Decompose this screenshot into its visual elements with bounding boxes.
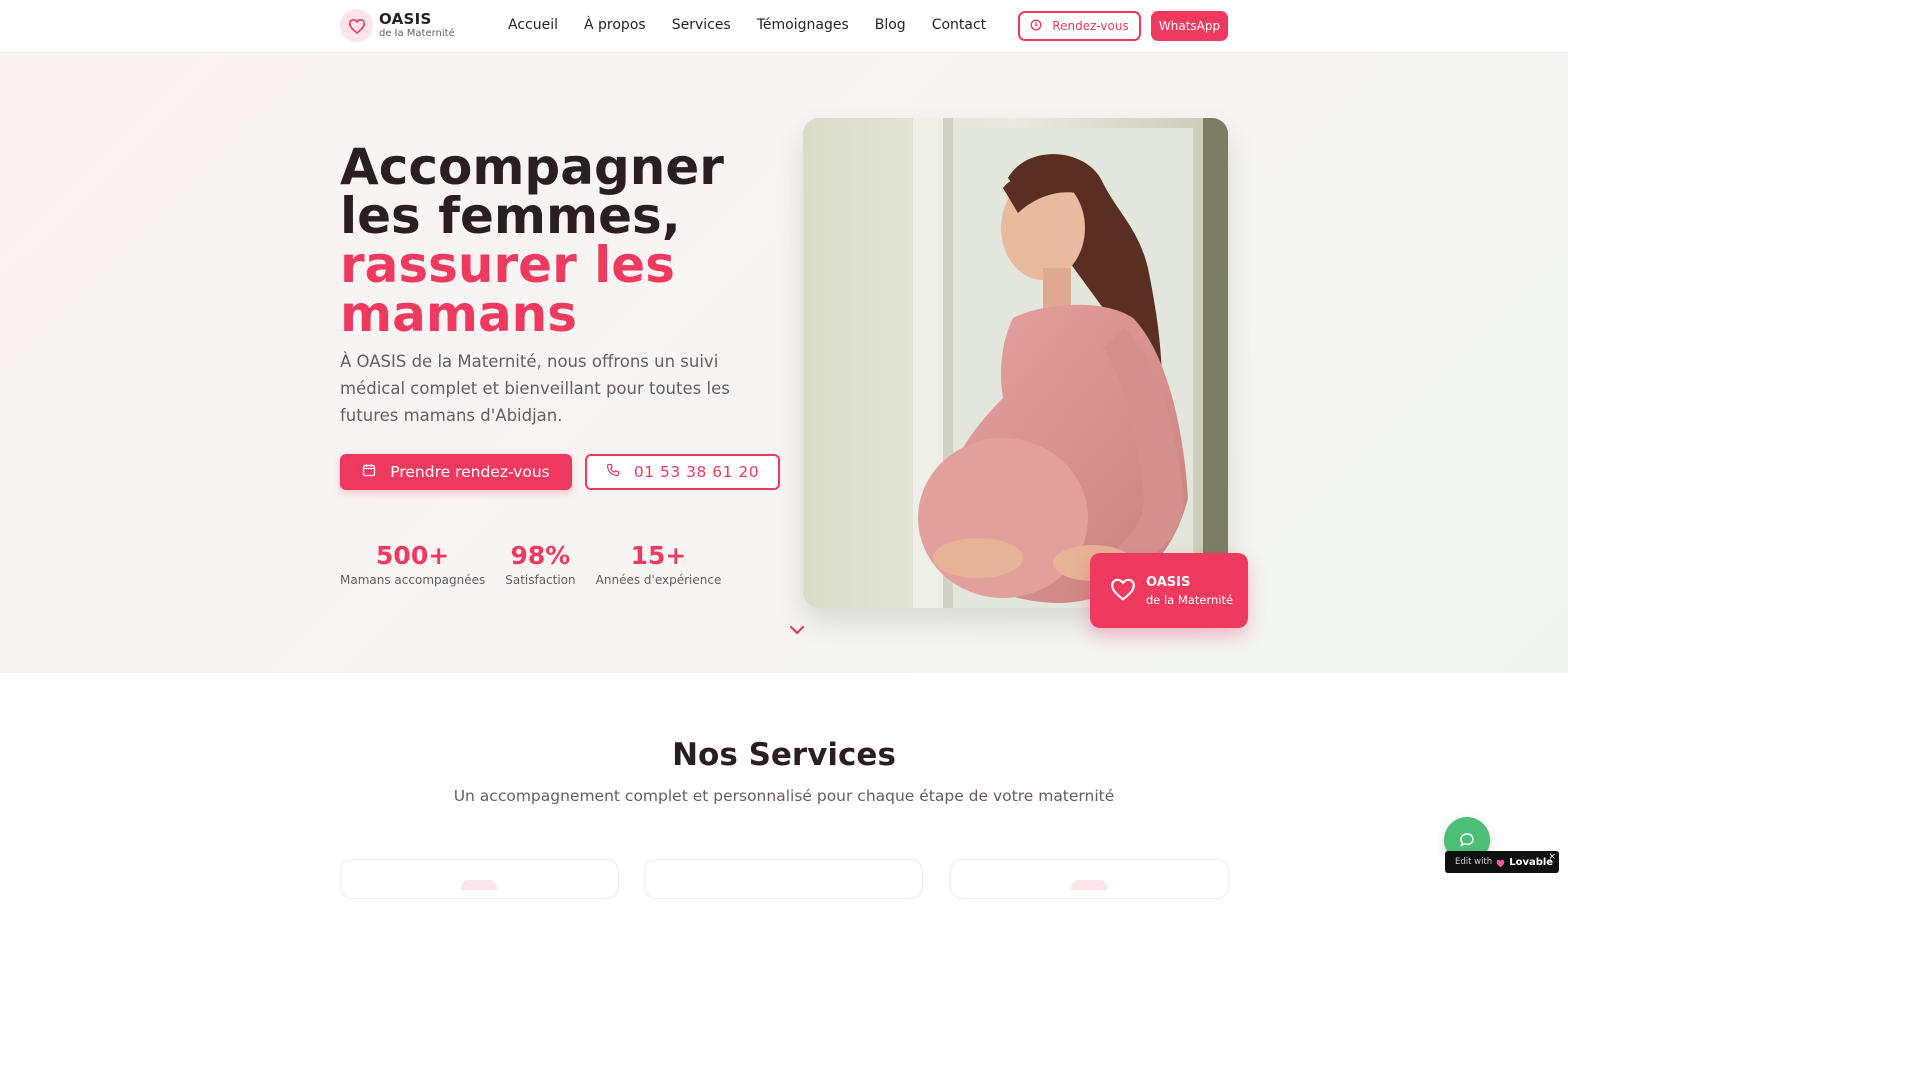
logo[interactable]: OASIS de la Maternité — [340, 9, 455, 42]
edit-with-lovable-badge[interactable]: Edit with Lovable × — [1445, 851, 1559, 873]
hero-title-accent: rassurer les mamans — [340, 236, 675, 343]
stat-item: 500+ Mamans accompagnées — [340, 541, 485, 587]
stat-label: Mamans accompagnées — [340, 573, 486, 587]
stat-item: 98% Satisfaction — [505, 541, 575, 587]
services-title: Nos Services — [672, 737, 896, 773]
hero-badge-title: OASIS — [1146, 574, 1191, 590]
hero-description: À OASIS de la Maternité, nous offrons un… — [340, 352, 730, 425]
logo-title: OASIS — [379, 10, 432, 28]
nav-item-contact[interactable]: Contact — [932, 17, 986, 33]
close-icon[interactable]: × — [1548, 852, 1556, 862]
hero-image-pregnant-woman — [803, 118, 1228, 608]
nav-item-blog[interactable]: Blog — [875, 17, 906, 33]
nav-item-accueil[interactable]: Accueil — [508, 17, 558, 33]
stat-value: 15+ — [630, 541, 687, 570]
stats-row: 500+ Mamans accompagnées 98% Satisfactio… — [340, 541, 721, 587]
clock-icon — [1030, 19, 1042, 34]
appointment-button[interactable]: Rendez-vous — [1018, 11, 1141, 41]
stat-label: Années d'expérience — [595, 573, 722, 587]
hero-title-main: Accompagner les femmes, — [340, 138, 724, 245]
chevron-down-icon[interactable] — [789, 621, 805, 640]
book-appointment-label: Prendre rendez-vous — [390, 463, 550, 481]
hero-title: Accompagner les femmes, rassurer les mam… — [340, 142, 780, 343]
services-subtitle: Un accompagnement complet et personnalis… — [453, 787, 1115, 805]
calendar-icon — [362, 463, 376, 481]
lovable-edit-label: Edit with — [1455, 857, 1493, 867]
lovable-brand: Lovable — [1509, 856, 1554, 868]
stat-value: 98% — [510, 541, 571, 570]
hero-badge: OASIS de la Maternité — [1090, 553, 1248, 628]
heart-icon — [340, 9, 373, 42]
stat-value: 500+ — [376, 541, 450, 570]
main-nav: Accueil À propos Services Témoignages Bl… — [508, 17, 986, 33]
appointment-button-label: Rendez-vous — [1052, 19, 1129, 33]
service-card[interactable] — [950, 859, 1229, 899]
hero-badge-subtitle: de la Maternité — [1146, 592, 1234, 607]
heart-icon — [1110, 577, 1136, 605]
hero-section: Accompagner les femmes, rassurer les mam… — [0, 53, 1568, 673]
phone-number: 01 53 38 61 20 — [633, 463, 760, 481]
stat-label: Satisfaction — [505, 573, 576, 587]
book-appointment-button[interactable]: Prendre rendez-vous — [340, 454, 572, 490]
logo-subtitle: de la Maternité — [379, 28, 455, 39]
site-header: OASIS de la Maternité Accueil À propos S… — [0, 0, 1568, 53]
nav-item-temoignages[interactable]: Témoignages — [757, 17, 849, 33]
phone-button[interactable]: 01 53 38 61 20 — [585, 454, 780, 490]
whatsapp-button[interactable]: WhatsApp — [1151, 11, 1228, 41]
service-card-icon — [1071, 880, 1107, 890]
lovable-heart-icon — [1496, 853, 1505, 872]
service-card[interactable] — [644, 859, 923, 899]
service-card-icon — [461, 880, 497, 890]
stat-item: 15+ Années d'expérience — [596, 541, 722, 587]
nav-item-a-propos[interactable]: À propos — [584, 17, 646, 33]
phone-icon — [606, 463, 620, 481]
nav-item-services[interactable]: Services — [672, 17, 731, 33]
service-card[interactable] — [340, 859, 619, 899]
